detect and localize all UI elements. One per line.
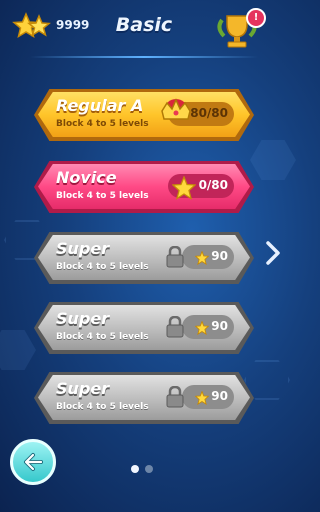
lock-icon (166, 386, 184, 408)
back-arrow-icon (24, 453, 43, 471)
star-icon (195, 321, 209, 335)
star-icon (195, 391, 209, 405)
level-name: Super (56, 309, 110, 328)
lock-icon (166, 316, 184, 338)
level-name: Super (56, 239, 110, 258)
crown-icon (161, 98, 191, 120)
level-progress: 0/80 (198, 178, 228, 192)
star-icon (195, 251, 209, 265)
star-requirement: 90 (211, 249, 228, 263)
level-subtitle: Block 4 to 5 levels (56, 191, 149, 201)
level-subtitle: Block 4 to 5 levels (56, 402, 149, 412)
level-progress: 80/80 (190, 106, 228, 120)
level-card-regular-a[interactable]: Regular A Block 4 to 5 levels 80/80 (34, 89, 254, 141)
level-subtitle: Block 4 to 5 levels (56, 332, 149, 342)
lock-icon (166, 246, 184, 268)
background-hexagon (0, 330, 36, 370)
star-requirement: 90 (211, 389, 228, 403)
page-dot[interactable] (145, 465, 153, 473)
star-requirement: 90 (211, 319, 228, 333)
page-dot-active[interactable] (131, 465, 139, 473)
level-card-super-locked[interactable]: Super Block 4 to 5 levels 90 (34, 232, 254, 284)
level-subtitle: Block 4 to 5 levels (56, 262, 149, 272)
page-indicator (131, 458, 159, 477)
level-name: Regular A (56, 96, 144, 115)
level-card-super-locked[interactable]: Super Block 4 to 5 levels 90 (34, 302, 254, 354)
star-icon (172, 176, 196, 200)
background-hexagon (250, 140, 296, 180)
back-button[interactable] (10, 439, 56, 485)
level-card-super-locked[interactable]: Super Block 4 to 5 levels 90 (34, 372, 254, 424)
level-subtitle: Block 4 to 5 levels (56, 119, 149, 129)
header-divider (30, 56, 258, 58)
level-card-novice[interactable]: Novice Block 4 to 5 levels 0/80 (34, 161, 254, 213)
next-page-arrow-icon[interactable] (264, 240, 282, 266)
level-name: Super (56, 379, 110, 398)
notification-badge: ! (246, 8, 266, 28)
header-bar: 9999 Basic ! (0, 0, 288, 56)
level-name: Novice (56, 168, 117, 187)
